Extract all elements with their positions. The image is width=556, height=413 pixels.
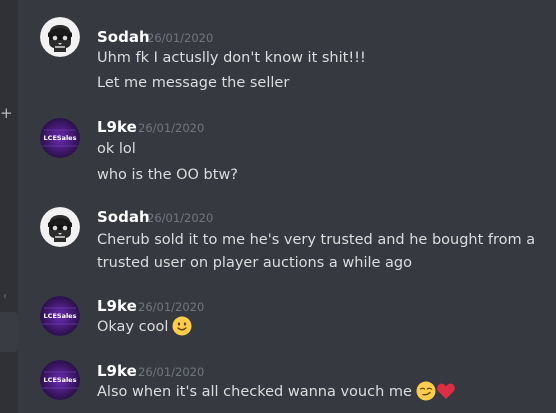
slightly-smiling-face-emoji[interactable]: [172, 316, 192, 343]
message-timestamp: 26/01/2020: [138, 121, 205, 135]
lcesales-avatar-icon: LCESales: [40, 360, 80, 400]
message-text: ok lol: [97, 141, 136, 157]
message-timestamp: 26/01/2020: [147, 31, 214, 45]
avatar[interactable]: LCESales: [40, 360, 80, 400]
red-heart-emoji[interactable]: [436, 381, 456, 408]
message-author[interactable]: Sodah: [97, 27, 150, 47]
lcesales-logo-text: LCESales: [44, 134, 77, 142]
message-text: Okay cool: [97, 316, 192, 343]
message-author[interactable]: L9ke: [97, 296, 137, 316]
avatar[interactable]: [40, 207, 80, 247]
message-text: Also when it's all checked wanna vouch m…: [97, 381, 456, 408]
message-author[interactable]: L9ke: [97, 361, 137, 381]
message-text-content: Okay cool: [97, 319, 169, 335]
message-text-content: Also when it's all checked wanna vouch m…: [97, 384, 412, 400]
message-text: Uhm fk I actuslly don't know it shit!!!: [97, 50, 366, 66]
message-author[interactable]: L9ke: [97, 117, 137, 137]
add-icon[interactable]: +: [0, 106, 13, 121]
message-text: Cherub sold it to me he's very trusted a…: [97, 232, 536, 248]
message-timestamp: 26/01/2020: [138, 365, 205, 379]
skull-avatar-icon: [40, 207, 80, 247]
lcesales-avatar-icon: LCESales: [40, 296, 80, 336]
message-text: who is the OO btw?: [97, 167, 239, 183]
lcesales-logo-text: LCESales: [44, 312, 77, 320]
avatar[interactable]: LCESales: [40, 118, 80, 158]
lcesales-logo-text: LCESales: [44, 376, 77, 384]
message-text: Let me message the seller: [97, 75, 290, 91]
message-text: trusted user on player auctions a while …: [97, 255, 412, 271]
strip-marker-icon: ‹: [3, 291, 7, 302]
lcesales-avatar-icon: LCESales: [40, 118, 80, 158]
smirking-face-emoji[interactable]: [416, 381, 436, 408]
skull-avatar-icon: [40, 17, 80, 57]
message-timestamp: 26/01/2020: [138, 300, 205, 314]
avatar[interactable]: LCESales: [40, 296, 80, 336]
message-timestamp: 26/01/2020: [147, 211, 214, 225]
avatar[interactable]: [40, 17, 80, 57]
message-author[interactable]: Sodah: [97, 207, 150, 227]
selected-channel-highlight[interactable]: [0, 312, 18, 352]
